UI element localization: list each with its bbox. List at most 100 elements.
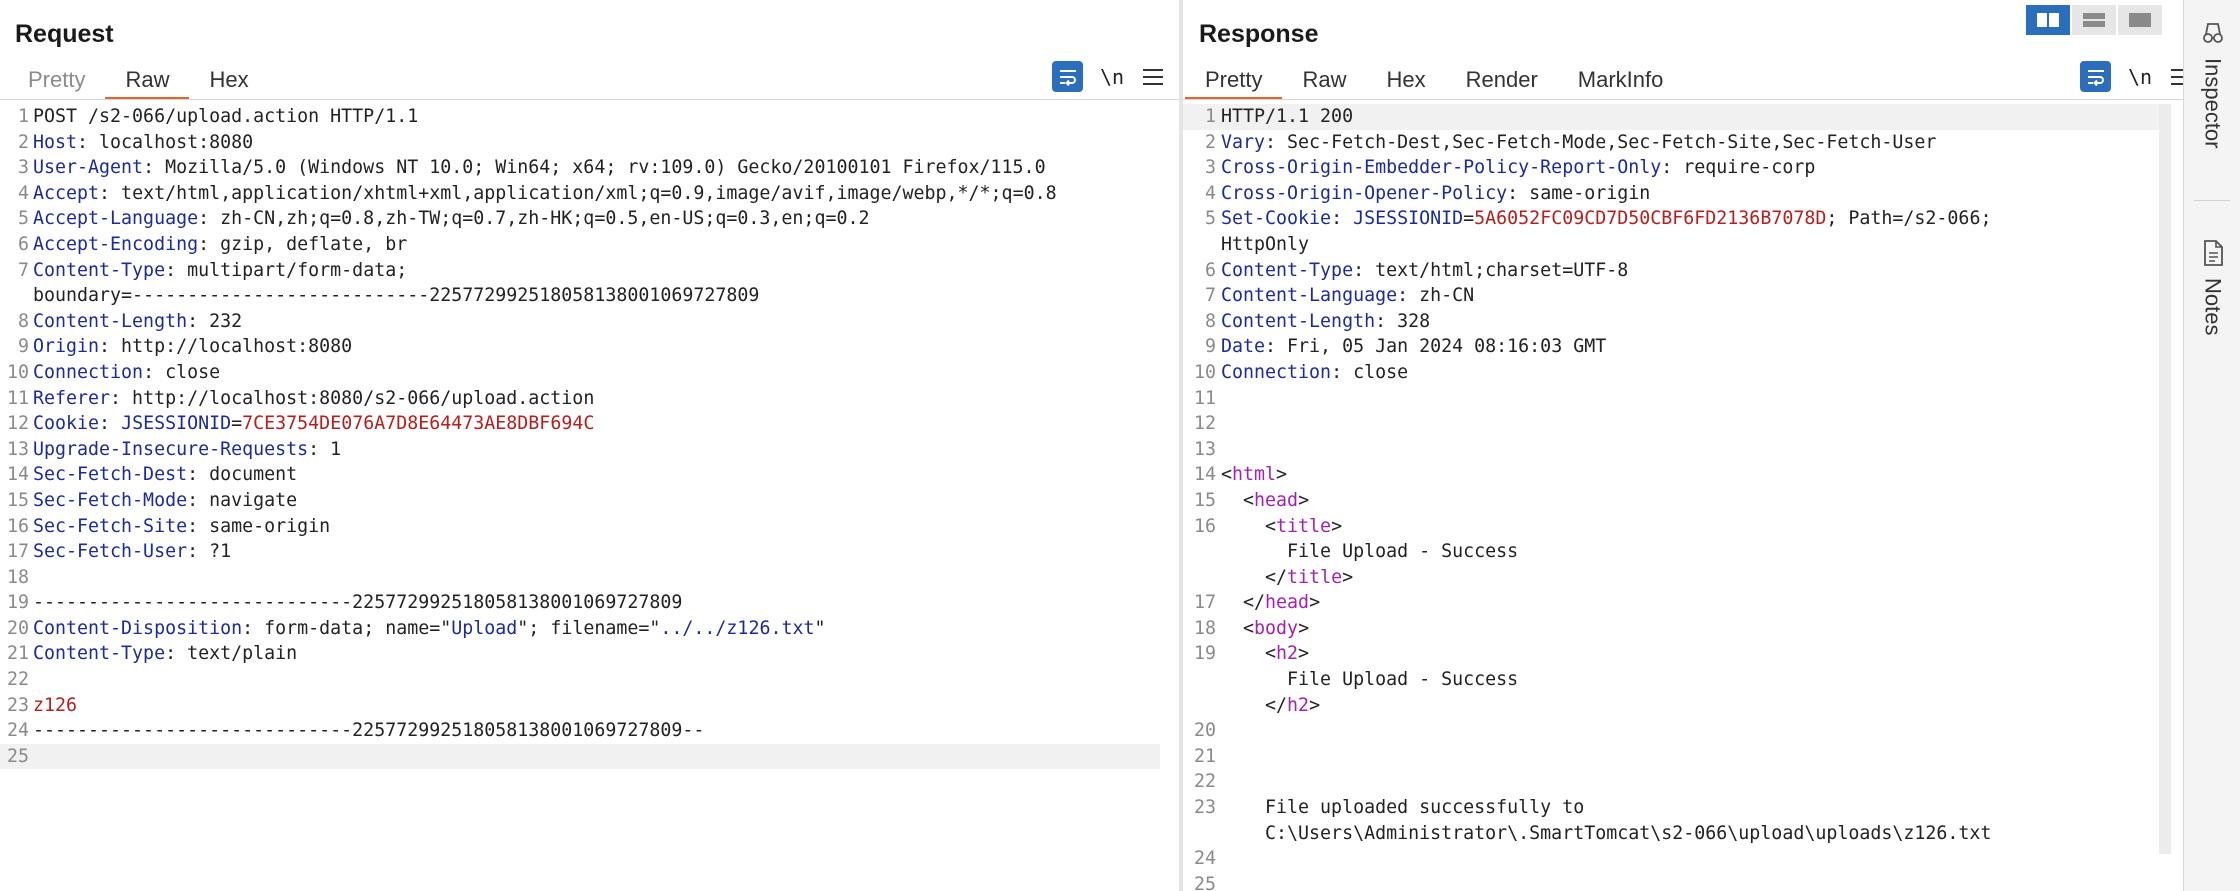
code-line[interactable]: 25 bbox=[1183, 872, 2183, 891]
word-wrap-button[interactable] bbox=[1052, 61, 1083, 92]
show-newlines-button[interactable]: \n bbox=[2125, 65, 2155, 89]
response-tab-markinfo[interactable]: MarkInfo bbox=[1558, 64, 1684, 100]
code-token: Accept bbox=[33, 182, 100, 204]
line-number: 10 bbox=[1193, 361, 1216, 383]
show-newlines-button[interactable]: \n bbox=[1097, 65, 1127, 89]
code-token: : gzip, deflate, br bbox=[198, 233, 408, 255]
line-number: 5 bbox=[1204, 208, 1216, 230]
code-line[interactable]: 5 Set-Cookie: JSESSIONID=5A6052FC09CD7D50… bbox=[1183, 206, 2183, 232]
code-token: JSESSIONID bbox=[121, 413, 232, 435]
code-line[interactable]: File Upload - Success bbox=[1183, 667, 2183, 693]
code-line[interactable]: </h2> bbox=[1183, 693, 2183, 719]
code-line[interactable]: File Upload - Success bbox=[1183, 539, 2183, 565]
code-line[interactable]: 22 bbox=[0, 667, 1179, 693]
code-line[interactable]: 10 Connection: close bbox=[1183, 360, 2183, 386]
code-token: Sec-Fetch-User bbox=[33, 541, 188, 563]
inspector-tab[interactable]: Inspector bbox=[2184, 20, 2240, 149]
response-tab-render[interactable]: Render bbox=[1446, 64, 1558, 100]
code-line[interactable]: HttpOnly bbox=[1183, 232, 2183, 258]
request-tab-pretty[interactable]: Pretty bbox=[8, 64, 105, 100]
code-line[interactable]: 1 HTTP/1.1 200 bbox=[1183, 104, 2163, 130]
line-number: 5 bbox=[17, 208, 29, 230]
code-line[interactable]: 20 bbox=[1183, 718, 2183, 744]
code-line[interactable]: 14 Sec-Fetch-Dest: document bbox=[0, 462, 1179, 488]
request-tab-hex[interactable]: Hex bbox=[189, 64, 268, 100]
code-line[interactable]: 13 bbox=[1183, 437, 2183, 463]
code-line[interactable]: 21 bbox=[1183, 744, 2183, 770]
code-token: < bbox=[1221, 643, 1277, 665]
line-text: Cross-Origin-Embedder-Policy-Report-Only… bbox=[1221, 155, 1815, 181]
response-tab-raw[interactable]: Raw bbox=[1282, 64, 1366, 100]
stacked-layout-button[interactable] bbox=[2072, 5, 2116, 35]
code-line[interactable]: C:\Users\Administrator\.SmartTomcat\s2-0… bbox=[1183, 821, 2183, 847]
code-line[interactable]: </title> bbox=[1183, 565, 2183, 591]
code-line[interactable]: 15 <head> bbox=[1183, 488, 2183, 514]
code-line[interactable]: 25 bbox=[0, 743, 1160, 770]
code-line[interactable]: 17 Sec-Fetch-User: ?1 bbox=[0, 539, 1179, 565]
hamburger-menu-icon[interactable] bbox=[1141, 66, 1165, 88]
code-line[interactable]: 16 <title> bbox=[1183, 514, 2183, 540]
tabbed-layout-button[interactable] bbox=[2118, 5, 2162, 35]
code-line[interactable]: 2 Host: localhost:8080 bbox=[0, 130, 1179, 156]
code-line[interactable]: 14 <html> bbox=[1183, 462, 2183, 488]
code-line[interactable]: boundary=---------------------------2257… bbox=[0, 283, 1179, 309]
code-line[interactable]: 4 Cross-Origin-Opener-Policy: same-origin bbox=[1183, 181, 2183, 207]
code-line[interactable]: 9 Origin: http://localhost:8080 bbox=[0, 334, 1179, 360]
code-token: Vary bbox=[1221, 131, 1266, 153]
response-editor[interactable]: 1 HTTP/1.1 200 2 Vary: Sec-Fetch-Dest,Sec-F… bbox=[1183, 104, 2183, 891]
line-text: Content-Type: text/plain bbox=[33, 641, 297, 667]
code-line[interactable]: 20 Content-Disposition: form-data; name="… bbox=[0, 616, 1179, 642]
code-line[interactable]: 16 Sec-Fetch-Site: same-origin bbox=[0, 514, 1179, 540]
code-line[interactable]: 2 Vary: Sec-Fetch-Dest,Sec-Fetch-Mode,Sec… bbox=[1183, 130, 2183, 156]
code-line[interactable]: 10 Connection: close bbox=[0, 360, 1179, 386]
code-line[interactable]: 6 Content-Type: text/html;charset=UTF-8 bbox=[1183, 258, 2183, 284]
code-line[interactable]: 7 Content-Type: multipart/form-data; bbox=[0, 258, 1179, 284]
code-line[interactable]: 8 Content-Length: 328 bbox=[1183, 309, 2183, 335]
request-tab-raw[interactable]: Raw bbox=[105, 64, 190, 100]
code-line[interactable]: 5 Accept-Language: zh-CN,zh;q=0.8,zh-TW;q… bbox=[0, 206, 1179, 232]
line-number: 7 bbox=[17, 259, 29, 281]
code-line[interactable]: 24 -----------------------------225772992… bbox=[0, 718, 1179, 744]
word-wrap-button[interactable] bbox=[2080, 61, 2111, 92]
notes-tab[interactable]: Notes bbox=[2184, 240, 2240, 335]
code-line[interactable]: 24 bbox=[1183, 846, 2183, 872]
code-line[interactable]: 11 bbox=[1183, 386, 2183, 412]
code-line[interactable]: 8 Content-Length: 232 bbox=[0, 309, 1179, 335]
line-number: 9 bbox=[17, 336, 29, 358]
code-line[interactable]: 12 Cookie: JSESSIONID=7CE3754DE076A7D8E64… bbox=[0, 411, 1179, 437]
code-line[interactable]: 23 File uploaded successfully to bbox=[1183, 795, 2183, 821]
line-text: Accept-Encoding: gzip, deflate, br bbox=[33, 232, 407, 258]
code-line[interactable]: 12 bbox=[1183, 411, 2183, 437]
code-line[interactable]: 21 Content-Type: text/plain bbox=[0, 641, 1179, 667]
code-line[interactable]: 3 Cross-Origin-Embedder-Policy-Report-Onl… bbox=[1183, 155, 2183, 181]
code-line[interactable]: 17 </head> bbox=[1183, 590, 2183, 616]
code-line[interactable]: 1 POST /s2-066/upload.action HTTP/1.1 bbox=[0, 104, 1179, 130]
code-line[interactable]: 9 Date: Fri, 05 Jan 2024 08:16:03 GMT bbox=[1183, 334, 2183, 360]
code-line[interactable]: 6 Accept-Encoding: gzip, deflate, br bbox=[0, 232, 1179, 258]
code-line[interactable]: 13 Upgrade-Insecure-Requests: 1 bbox=[0, 437, 1179, 463]
line-text: File Upload - Success bbox=[1221, 539, 1518, 565]
code-token: : zh-CN bbox=[1397, 285, 1475, 307]
code-line[interactable]: 7 Content-Language: zh-CN bbox=[1183, 283, 2183, 309]
code-line[interactable]: 15 Sec-Fetch-Mode: navigate bbox=[0, 488, 1179, 514]
request-editor[interactable]: 1 POST /s2-066/upload.action HTTP/1.1 2 Hos… bbox=[0, 104, 1179, 891]
hamburger-menu-icon[interactable] bbox=[2169, 66, 2183, 88]
code-line[interactable]: 23 z126 bbox=[0, 693, 1179, 719]
code-line[interactable]: 19 -----------------------------225772992… bbox=[0, 590, 1179, 616]
code-line[interactable]: 18 <body> bbox=[1183, 616, 2183, 642]
code-line[interactable]: 19 <h2> bbox=[1183, 641, 2183, 667]
response-tab-pretty[interactable]: Pretty bbox=[1185, 64, 1283, 100]
response-scrollbar[interactable] bbox=[2159, 104, 2171, 854]
code-token: : zh-CN,zh;q=0.8,zh-TW;q=0.7,zh-HK;q=0.5… bbox=[198, 208, 870, 230]
code-line[interactable]: 22 bbox=[1183, 769, 2183, 795]
code-line[interactable]: 3 User-Agent: Mozilla/5.0 (Windows NT 10.… bbox=[0, 155, 1179, 181]
line-number: 1 bbox=[17, 106, 29, 127]
code-token: z126 bbox=[33, 694, 78, 716]
code-line[interactable]: 18 bbox=[0, 565, 1179, 591]
response-tab-hex[interactable]: Hex bbox=[1366, 64, 1445, 100]
code-line[interactable]: 11 Referer: http://localhost:8080/s2-066/… bbox=[0, 386, 1179, 412]
line-text: Date: Fri, 05 Jan 2024 08:16:03 GMT bbox=[1221, 334, 1606, 360]
line-number: 7 bbox=[1204, 285, 1216, 307]
side-by-side-layout-button[interactable] bbox=[2026, 5, 2070, 35]
code-line[interactable]: 4 Accept: text/html,application/xhtml+xml… bbox=[0, 181, 1179, 207]
